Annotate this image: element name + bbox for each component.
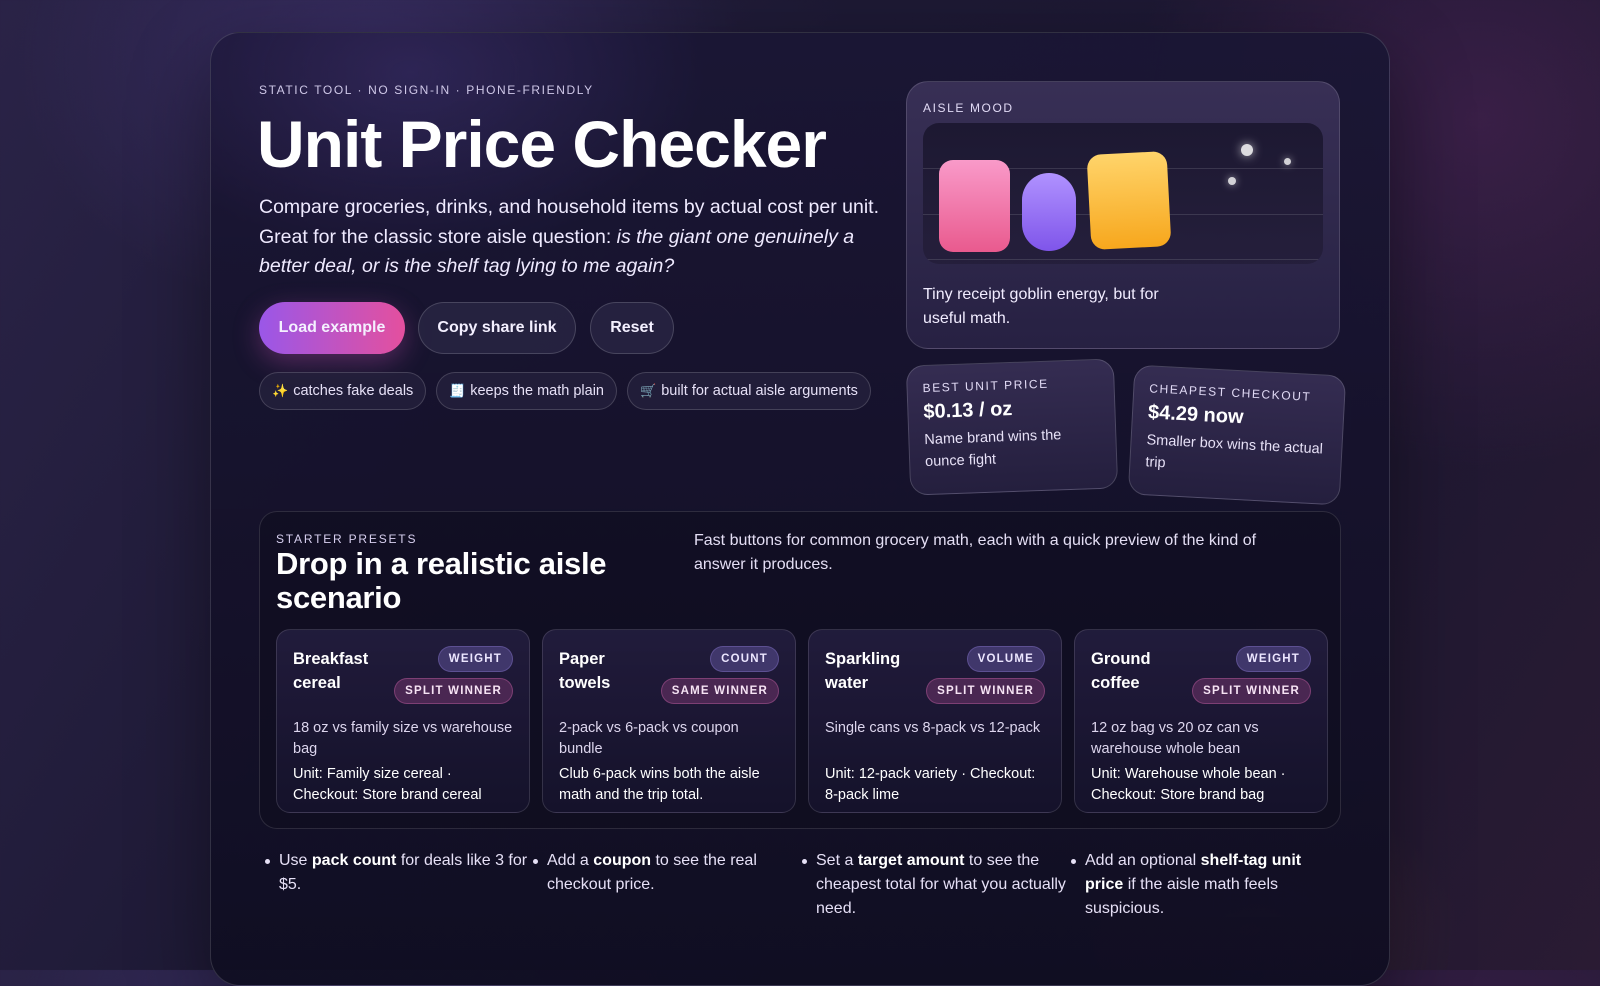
load-example-button[interactable]: Load example — [259, 302, 405, 354]
preset-description: 12 oz bag vs 20 oz can vs warehouse whol… — [1091, 720, 1259, 757]
stat-subtext: Name brand wins the ounce fight — [924, 427, 1062, 471]
best-unit-price-card: BEST UNIT PRICE $0.13 / oz Name brand wi… — [905, 358, 1119, 496]
tip-emphasis: coupon — [593, 852, 652, 869]
hero-eyebrow: STATIC TOOL · NO SIGN-IN · PHONE-FRIENDL… — [259, 83, 594, 97]
chip-label: keeps the math plain — [470, 383, 604, 399]
preset-winner-badge: SAME WINNER — [660, 678, 779, 704]
aisle-mood-label: AISLE MOOD — [923, 101, 1014, 115]
shelf-line — [923, 259, 1323, 260]
tip-text: Use — [279, 852, 312, 869]
presets-title: Drop in a realistic aisle scenario — [276, 546, 607, 615]
preset-name: Sparkling water — [825, 650, 901, 692]
aisle-mood-illustration — [923, 123, 1323, 264]
preset-winner-badge: SPLIT WINNER — [926, 678, 1045, 704]
preset-name: Ground coffee — [1091, 650, 1151, 692]
preset-result: Club 6-pack wins both the aisle math and… — [559, 766, 760, 803]
tip-shelf-tag: Add an optional shelf-tag unit price if … — [1071, 849, 1335, 921]
preset-winner-badge: SPLIT WINNER — [394, 678, 513, 704]
yellow-product-block — [1086, 150, 1172, 251]
sparkle-dot — [1228, 177, 1236, 185]
chip-label: catches fake deals — [293, 383, 414, 399]
tip-emphasis: pack count — [311, 852, 397, 869]
feature-chip-fake-deals: ✨ catches fake deals — [259, 372, 427, 410]
feature-chip-aisle-arguments: 🛒 built for actual aisle arguments — [627, 372, 871, 410]
preset-description: 18 oz vs family size vs warehouse bag — [293, 720, 513, 757]
chip-label: built for actual aisle arguments — [661, 383, 858, 399]
presets-eyebrow: STARTER PRESETS — [276, 532, 418, 546]
preset-kind-badge: VOLUME — [966, 646, 1045, 672]
preset-description: 2-pack vs 6-pack vs coupon bundle — [559, 720, 739, 757]
stat-value: $4.29 now — [1147, 401, 1245, 429]
preset-winner-badge: SPLIT WINNER — [1192, 678, 1311, 704]
purple-product-pill — [1022, 173, 1076, 251]
preset-description: Single cans vs 8-pack vs 12-pack — [825, 720, 1041, 736]
receipt-icon: 🧾 — [449, 383, 466, 398]
stat-label: CHEAPEST CHECKOUT — [1148, 381, 1312, 404]
tip-text: Add an optional — [1085, 852, 1201, 869]
sparkle-dot — [1241, 144, 1253, 156]
preset-name: Paper towels — [559, 650, 611, 692]
stat-subtext: Smaller box wins the actual trip — [1145, 432, 1324, 472]
shopping-cart-icon: 🛒 — [640, 383, 657, 398]
tip-text: Add a — [547, 852, 594, 869]
sparkles-icon: ✨ — [272, 383, 289, 398]
aisle-mood-panel: AISLE MOOD Tiny receipt goblin energy, b… — [906, 81, 1340, 349]
tip-target-amount: Set a target amount to see the cheapest … — [802, 849, 1066, 921]
page-title: Unit Price Checker — [257, 107, 827, 181]
preset-result: Unit: Warehouse whole bean · Checkout: S… — [1091, 766, 1286, 803]
pink-product-block — [939, 160, 1010, 252]
preset-kind-badge: WEIGHT — [437, 646, 513, 672]
copy-share-link-button[interactable]: Copy share link — [418, 302, 576, 354]
preset-card-paper-towels[interactable]: Paper towels COUNT SAME WINNER 2-pack vs… — [542, 629, 796, 813]
aisle-mood-caption: Tiny receipt goblin energy, but for usef… — [923, 286, 1159, 327]
sparkle-dot — [1284, 158, 1291, 165]
preset-card-breakfast-cereal[interactable]: Breakfast cereal WEIGHT SPLIT WINNER 18 … — [276, 629, 530, 813]
preset-result: Unit: 12-pack variety · Checkout: 8-pack… — [825, 766, 1036, 803]
preset-card-sparkling-water[interactable]: Sparkling water VOLUME SPLIT WINNER Sing… — [808, 629, 1062, 813]
tip-emphasis: target amount — [857, 852, 965, 869]
tip-text: Set a — [816, 852, 858, 869]
preset-card-ground-coffee[interactable]: Ground coffee WEIGHT SPLIT WINNER 12 oz … — [1074, 629, 1328, 813]
preset-kind-badge: COUNT — [710, 646, 779, 672]
tip-coupon: Add a coupon to see the real checkout pr… — [533, 849, 797, 897]
presets-description: Fast buttons for common grocery math, ea… — [694, 532, 1257, 573]
tip-pack-count: Use pack count for deals like 3 for $5. — [265, 849, 535, 897]
preset-name: Breakfast cereal — [293, 650, 369, 692]
reset-button[interactable]: Reset — [590, 302, 674, 354]
preset-kind-badge: WEIGHT — [1235, 646, 1311, 672]
preset-result: Unit: Family size cereal · Checkout: Sto… — [293, 766, 482, 803]
stat-label: BEST UNIT PRICE — [922, 376, 1050, 396]
hero-intro: Compare groceries, drinks, and household… — [259, 193, 899, 282]
starter-presets-section: STARTER PRESETS Drop in a realistic aisl… — [259, 511, 1341, 829]
feature-chip-plain-math: 🧾 keeps the math plain — [436, 372, 617, 410]
stat-value: $0.13 / oz — [923, 397, 1013, 424]
cheapest-checkout-card: CHEAPEST CHECKOUT $4.29 now Smaller box … — [1127, 364, 1347, 506]
